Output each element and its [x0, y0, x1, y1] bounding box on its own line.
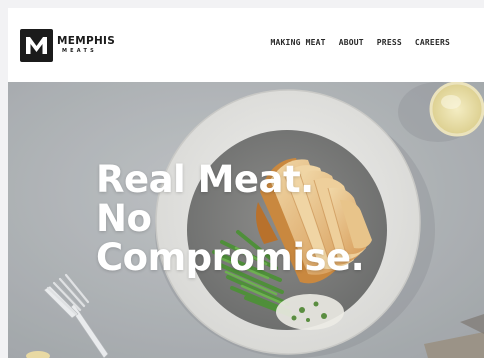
logo-wordmark: MEMPHIS	[57, 34, 116, 47]
headline-line-2: No	[96, 197, 152, 240]
page: MEMPHIS MEATS MAKING MEAT ABOUT PRESS CA…	[8, 8, 484, 358]
logo-subtitle: MEATS	[62, 48, 97, 55]
site-header: MEMPHIS MEATS MAKING MEAT ABOUT PRESS CA…	[8, 8, 484, 82]
hero-section: Real Meat. No Compromise.	[8, 82, 484, 358]
hero-headline: Real Meat. No Compromise.	[96, 158, 365, 279]
main-nav: MAKING MEAT ABOUT PRESS CAREERS	[271, 38, 451, 47]
headline-line-3: Compromise.	[96, 236, 365, 279]
nav-press[interactable]: PRESS	[377, 38, 402, 47]
logo[interactable]: MEMPHIS MEATS	[20, 28, 115, 62]
headline-line-1: Real Meat.	[96, 158, 314, 201]
logo-icon	[20, 28, 53, 62]
nav-careers[interactable]: CAREERS	[415, 38, 450, 47]
nav-making-meat[interactable]: MAKING MEAT	[271, 38, 326, 47]
nav-about[interactable]: ABOUT	[339, 38, 364, 47]
